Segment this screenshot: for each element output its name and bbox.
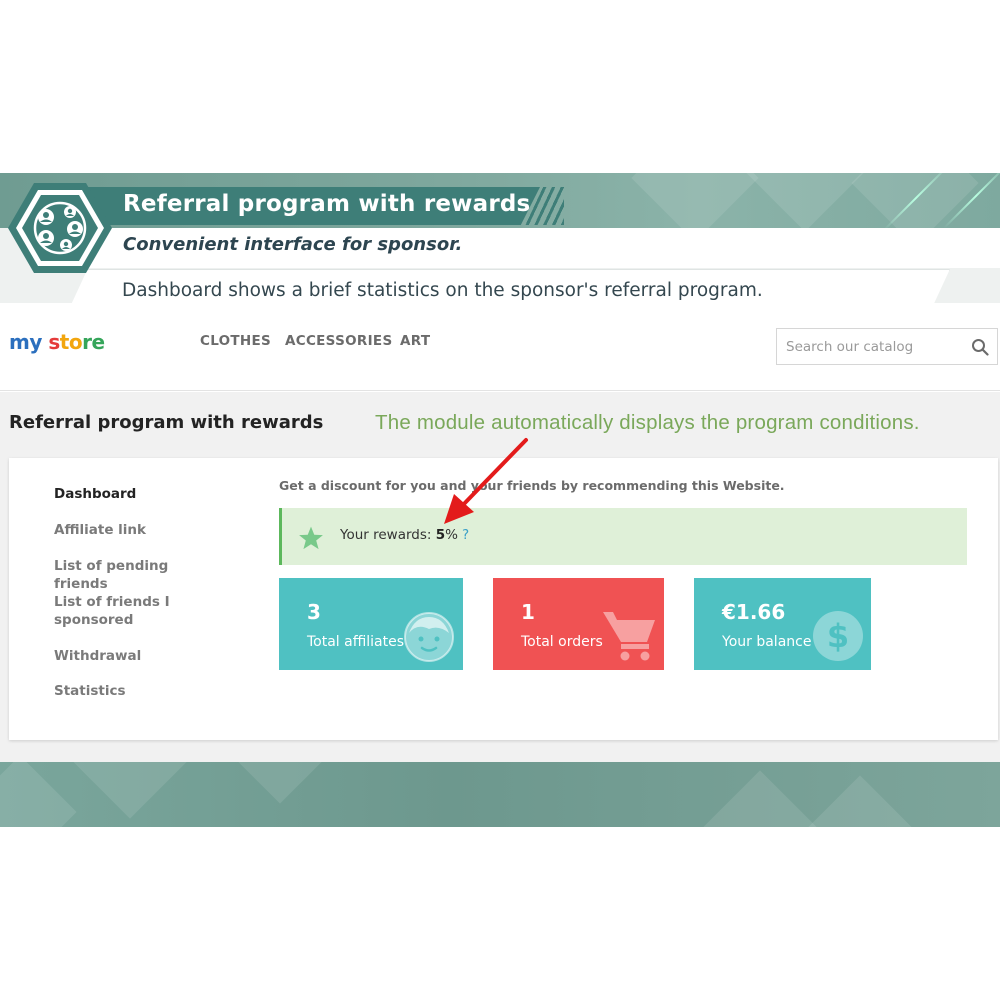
sidebar-item-dashboard[interactable]: Dashboard [54, 485, 224, 503]
banner-description: Dashboard shows a brief statistics on th… [122, 280, 763, 301]
sidebar-item-withdrawal[interactable]: Withdrawal [54, 647, 224, 665]
help-link[interactable]: ? [462, 527, 469, 543]
page-title: Referral program with rewards [9, 412, 324, 433]
bottom-banner [0, 762, 1000, 827]
stat-label: Your balance [722, 634, 812, 650]
store-logo[interactable]: my store [9, 330, 105, 354]
stat-value: 1 [521, 600, 535, 624]
banner-decor [803, 775, 917, 827]
search-input[interactable] [777, 329, 967, 364]
promo-banner: Referral program with rewards Convenient… [0, 173, 1000, 303]
sidebar-item-pending-friends[interactable]: List of pending friends [54, 557, 224, 593]
referral-network-icon [33, 201, 87, 255]
stat-label: Total affiliates [307, 634, 405, 650]
search-icon[interactable] [971, 338, 989, 356]
logo-part: re [82, 330, 105, 354]
svg-text:$: $ [827, 617, 849, 655]
stat-value: 3 [307, 600, 321, 624]
rewards-label: Your rewards: [340, 527, 436, 543]
banner-decor [223, 762, 337, 804]
banner-title: Referral program with rewards [123, 191, 531, 217]
logo-part: s [41, 330, 60, 354]
sidebar-item-affiliate-link[interactable]: Affiliate link [54, 521, 224, 539]
screenshot-canvas: Referral program with rewards Convenient… [0, 0, 1000, 1000]
banner-decor [0, 762, 77, 827]
stat-card-orders: 1 Total orders [493, 578, 664, 670]
star-icon [299, 526, 323, 550]
stat-label: Total orders [521, 634, 603, 650]
sidebar-item-statistics[interactable]: Statistics [54, 682, 224, 700]
stat-value: €1.66 [722, 600, 786, 624]
nav-accessories[interactable]: ACCESSORIES [285, 333, 392, 349]
sidebar-item-sponsored-friends[interactable]: List of friends I sponsored [54, 593, 194, 629]
logo-part: my [9, 330, 42, 354]
annotation-arrow [444, 438, 528, 524]
banner-decor [73, 762, 187, 819]
rewards-text: Your rewards: 5%? [340, 527, 469, 543]
dollar-icon: $ [813, 611, 863, 661]
rewards-unit: % [445, 527, 458, 543]
annotation-text: The module automatically displays the pr… [375, 411, 920, 434]
face-icon [404, 612, 454, 662]
stat-card-balance: €1.66 Your balance $ [694, 578, 871, 670]
rewards-value: 5 [435, 527, 446, 543]
banner-decor [703, 770, 817, 827]
nav-art[interactable]: ART [400, 333, 430, 349]
banner-subtitle: Convenient interface for sponsor. [123, 234, 463, 255]
store-header: my store CLOTHES ACCESSORIES ART [0, 303, 1000, 391]
cart-icon [603, 612, 655, 661]
logo-part: to [59, 330, 83, 354]
rewards-alert: Your rewards: 5%? [279, 508, 967, 565]
nav-clothes[interactable]: CLOTHES [200, 333, 271, 349]
stat-card-affiliates: 3 Total affiliates [279, 578, 463, 670]
search-box [776, 328, 998, 365]
